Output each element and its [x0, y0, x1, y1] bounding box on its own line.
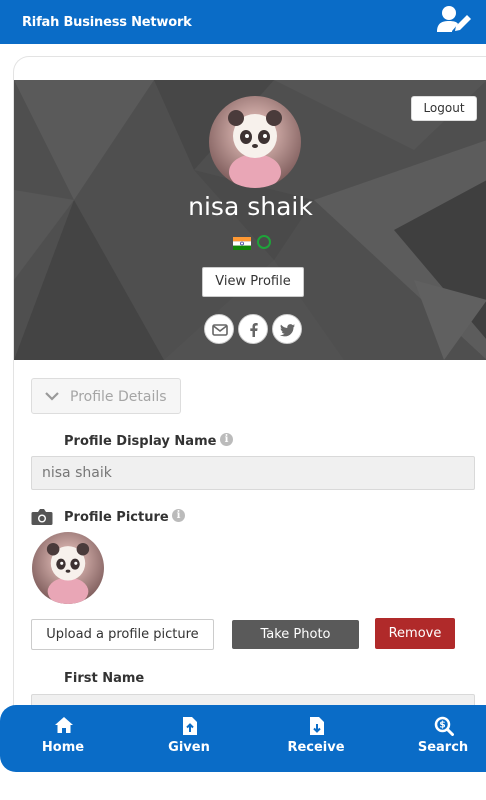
accordion-label: Profile Details	[70, 389, 167, 405]
svg-text:$: $	[439, 721, 445, 731]
bottom-nav: Home Given Receive $ Search	[0, 705, 486, 772]
email-icon[interactable]	[204, 314, 234, 344]
chevron-down-icon	[45, 392, 59, 401]
upload-picture-button[interactable]: Upload a profile picture	[31, 619, 214, 650]
take-photo-button[interactable]: Take Photo	[232, 620, 359, 649]
nav-label: Home	[41, 740, 85, 755]
top-bar: Rifah Business Network	[0, 0, 486, 44]
view-profile-button[interactable]: View Profile	[202, 267, 304, 297]
file-upload-icon	[183, 717, 197, 735]
nav-receive[interactable]: Receive	[273, 705, 359, 772]
first-name-label: First Name	[64, 671, 145, 686]
online-status-icon	[257, 235, 271, 249]
camera-icon	[31, 509, 53, 525]
app-title: Rifah Business Network	[22, 15, 192, 30]
nav-given[interactable]: Given	[146, 705, 232, 772]
nav-label: Receive	[287, 740, 345, 755]
profile-picture-label: Profile Picture	[64, 510, 169, 525]
home-icon	[55, 717, 73, 733]
user-edit-icon[interactable]	[436, 4, 472, 34]
profile-avatar	[209, 96, 301, 188]
remove-picture-button[interactable]: Remove	[375, 618, 455, 649]
nav-home[interactable]: Home	[20, 705, 106, 772]
display-name-input[interactable]	[31, 456, 475, 490]
profile-card: Logout nisa shaik View Profile Profile D…	[13, 56, 486, 772]
india-flag-icon	[233, 235, 251, 250]
logout-button[interactable]: Logout	[411, 96, 477, 121]
file-download-icon	[310, 717, 324, 735]
info-icon[interactable]: i	[220, 433, 233, 446]
profile-hero: Logout nisa shaik View Profile	[14, 80, 486, 360]
profile-details-accordion[interactable]: Profile Details	[31, 378, 181, 414]
display-name-label: Profile Display Name	[64, 434, 217, 449]
profile-picture-preview	[32, 532, 104, 604]
twitter-icon[interactable]	[272, 314, 302, 344]
nav-search[interactable]: $ Search	[400, 705, 486, 772]
facebook-icon[interactable]	[238, 314, 268, 344]
nav-label: Given	[168, 740, 210, 755]
nav-label: Search	[417, 740, 469, 755]
info-icon[interactable]: i	[172, 509, 185, 522]
user-name: nisa shaik	[188, 192, 313, 221]
search-dollar-icon: $	[434, 716, 454, 736]
